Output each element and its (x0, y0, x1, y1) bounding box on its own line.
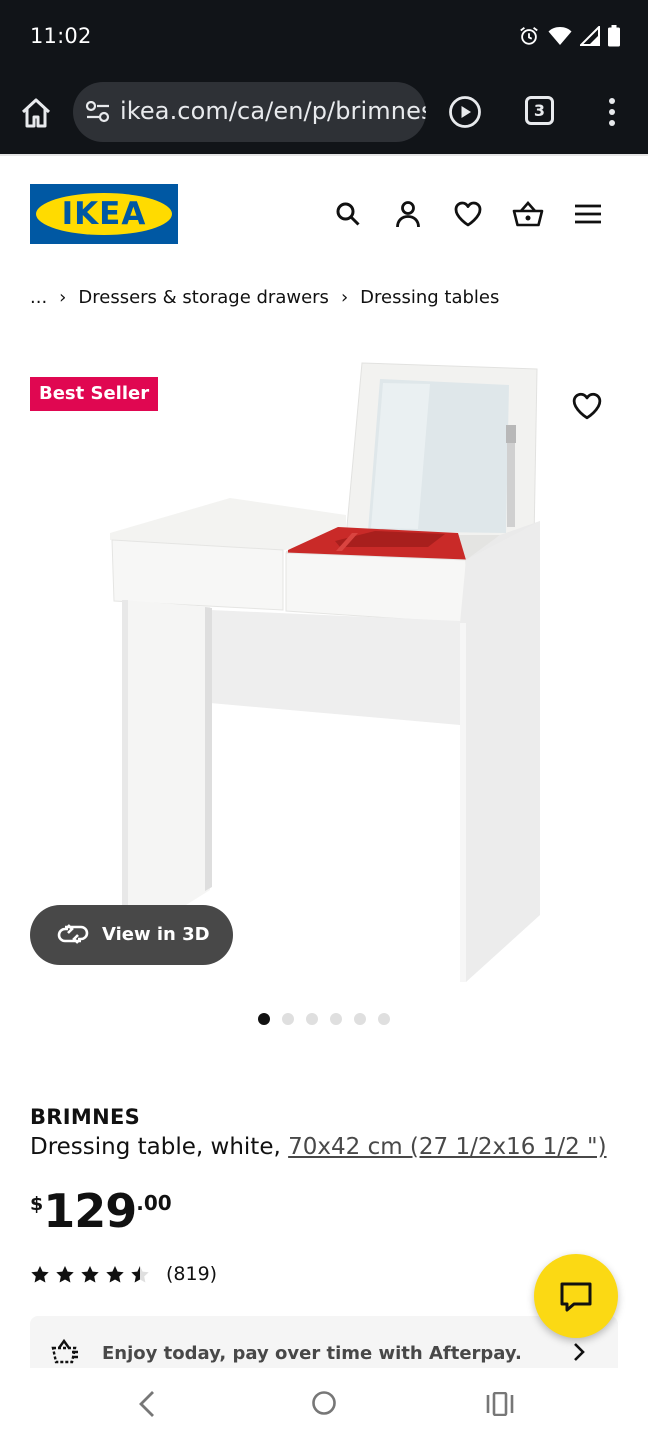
heart-icon (454, 201, 482, 227)
search-icon (336, 202, 360, 226)
star-icon (131, 1265, 149, 1282)
product-description-text: Dressing table, white, (30, 1134, 289, 1160)
status-time: 11:02 (30, 24, 92, 48)
star-icon (56, 1265, 74, 1282)
menu-button[interactable] (570, 196, 606, 232)
url-bar[interactable]: ikea.com/ca/en/p/brimnes-d (73, 82, 426, 142)
product-price: $ 129 .00 (30, 1185, 172, 1237)
wifi-icon (548, 27, 572, 45)
status-icons (518, 25, 620, 47)
carousel-dot[interactable] (330, 1013, 342, 1025)
chat-icon (560, 1282, 592, 1312)
rating-count: (819) (166, 1263, 218, 1285)
chevron-right-icon: › (59, 287, 67, 308)
view-in-3d-label: View in 3D (102, 924, 210, 945)
status-bar: 11:02 (0, 0, 648, 76)
header-icons (330, 196, 630, 232)
heart-icon (572, 392, 602, 420)
product-description: Dressing table, white, 70x42 cm (27 1/2x… (30, 1134, 607, 1160)
product-image[interactable] (100, 355, 560, 990)
account-button[interactable] (390, 196, 426, 232)
payment-basket-icon (51, 1338, 78, 1364)
product-size-link[interactable]: 70x42 cm (27 1/2x16 1/2 ") (288, 1134, 606, 1160)
star-icon (81, 1265, 99, 1282)
play-circle-icon (449, 96, 481, 128)
carousel-dot[interactable] (282, 1013, 294, 1025)
carousel-dot[interactable] (378, 1013, 390, 1025)
browser-home-button[interactable] (18, 95, 54, 131)
chevron-right-icon: › (340, 287, 349, 308)
url-text: ikea.com/ca/en/p/brimnes-d (120, 97, 426, 125)
star-icon (106, 1265, 124, 1282)
rating-stars (30, 1265, 150, 1284)
breadcrumb-dressers[interactable]: Dressers & storage drawers (78, 287, 329, 308)
chat-button[interactable] (534, 1254, 618, 1338)
afterpay-text: Enjoy today, pay over time with Afterpay… (102, 1343, 522, 1364)
media-play-button[interactable] (448, 95, 482, 129)
star-icon (31, 1265, 49, 1282)
product-rating[interactable]: (819) (30, 1263, 217, 1285)
home-icon (21, 98, 51, 128)
breadcrumb: ... › Dressers & storage drawers › Dress… (30, 287, 499, 308)
chevron-right-icon (574, 1343, 585, 1361)
product-name: BRIMNES (30, 1105, 141, 1129)
home-circle-icon[interactable] (311, 1390, 337, 1416)
carousel-dot[interactable] (354, 1013, 366, 1025)
breadcrumb-ellipsis[interactable]: ... (30, 287, 47, 308)
price-currency: $ (30, 1193, 44, 1215)
recents-icon[interactable] (486, 1392, 514, 1416)
logo-text: IKEA (61, 196, 147, 232)
more-vert-icon (609, 98, 615, 126)
signal-icon (580, 26, 600, 46)
carousel-dot[interactable] (306, 1013, 318, 1025)
toolbar-divider (0, 154, 648, 156)
search-button[interactable] (330, 196, 366, 232)
cart-button[interactable] (510, 196, 546, 232)
browser-toolbar: ikea.com/ca/en/p/brimnes-d 3 (0, 76, 648, 154)
view-in-3d-button[interactable]: View in 3D (30, 905, 233, 965)
carousel-dot[interactable] (258, 1013, 270, 1025)
rotate-3d-icon (57, 924, 89, 944)
ikea-logo[interactable]: IKEA (30, 184, 178, 244)
basket-icon (512, 201, 544, 227)
back-icon[interactable] (136, 1390, 158, 1418)
breadcrumb-dressing-tables[interactable]: Dressing tables (360, 287, 499, 308)
image-carousel-dots (258, 1013, 390, 1025)
android-nav-bar (0, 1368, 648, 1440)
user-icon (396, 201, 420, 228)
best-seller-badge: Best Seller (30, 377, 159, 411)
tab-switcher-button[interactable]: 3 (525, 96, 554, 125)
favourites-button[interactable] (450, 196, 486, 232)
product-favourite-button[interactable] (572, 392, 604, 424)
alarm-icon (520, 27, 538, 45)
battery-icon (608, 25, 620, 47)
menu-icon (575, 204, 601, 224)
browser-menu-button[interactable] (600, 96, 624, 128)
price-decimal: .00 (136, 1191, 172, 1215)
tune-icon[interactable] (85, 101, 111, 123)
price-integer: 129 (43, 1184, 137, 1238)
